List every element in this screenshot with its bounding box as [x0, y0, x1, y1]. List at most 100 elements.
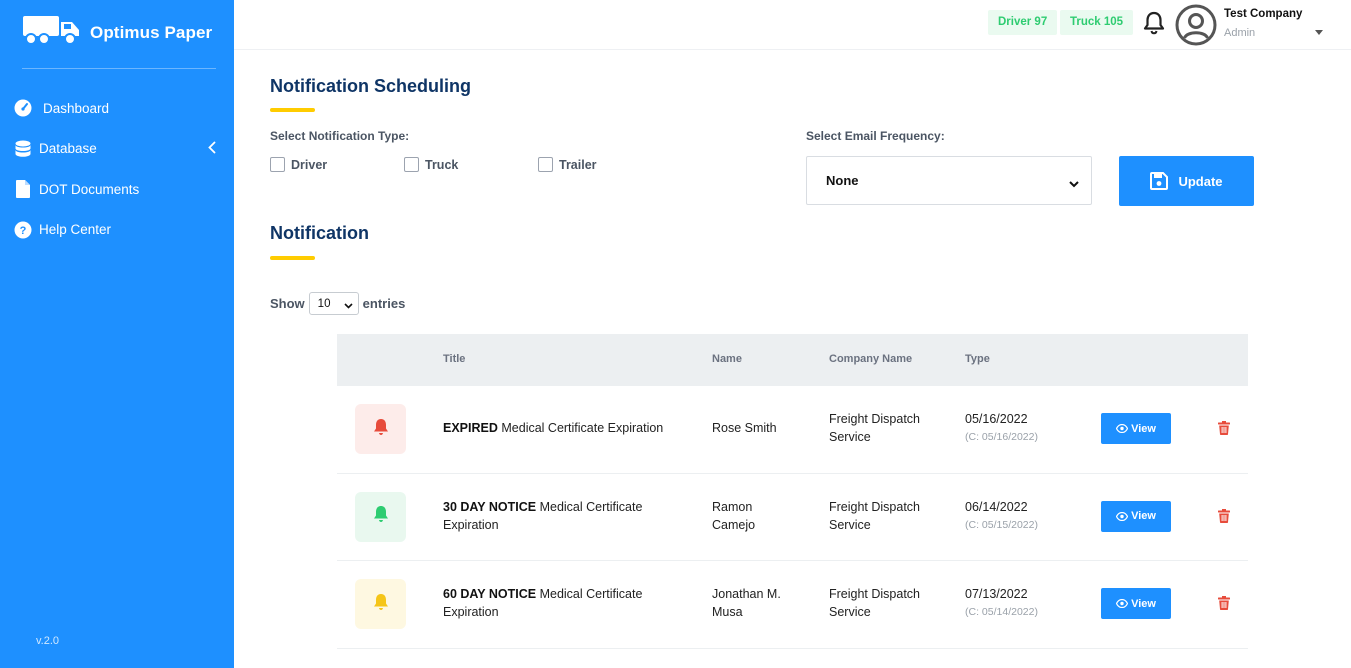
bell-icon [372, 593, 390, 616]
view-button[interactable]: View [1101, 588, 1171, 619]
caret-down-icon[interactable] [1315, 30, 1323, 35]
notification-type-cell: 06/14/2022 (C: 05/15/2022) [965, 498, 1075, 534]
sidebar-divider [22, 68, 216, 69]
checkbox-box[interactable] [538, 157, 553, 172]
brand-logo[interactable]: Optimus Paper [22, 14, 212, 51]
sidebar-item-help-center[interactable]: ? Help Center [0, 210, 234, 251]
help-circle-icon: ? [13, 220, 33, 240]
column-header-type[interactable]: Type [965, 353, 990, 365]
update-button[interactable]: Update [1119, 156, 1254, 206]
checkbox-box[interactable] [404, 157, 419, 172]
update-button-label: Update [1178, 173, 1223, 189]
table-row: 30 DAY NOTICE Medical Certificate Expira… [337, 474, 1248, 561]
sidebar-item-database[interactable]: Database [0, 129, 234, 170]
checkbox-label: Truck [425, 157, 459, 172]
eye-icon [1116, 511, 1129, 521]
notification-title-cell: 30 DAY NOTICE Medical Certificate Expira… [443, 498, 688, 534]
topbar: Driver 97 Truck 105 Test Company Admin [234, 0, 1351, 50]
notification-subject: Medical Certificate Expiration [501, 421, 664, 435]
chevron-left-icon [208, 141, 216, 156]
notification-name: Ramon Camejo [712, 499, 756, 532]
checkbox-box[interactable] [270, 157, 285, 172]
database-icon [13, 139, 33, 159]
checkbox-driver[interactable]: Driver [270, 157, 327, 172]
brand-name: Optimus Paper [90, 22, 213, 42]
eye-icon [1116, 424, 1129, 433]
view-button-label: View [1131, 597, 1156, 610]
notification-title-cell: 60 DAY NOTICE Medical Certificate Expira… [443, 585, 688, 621]
driver-count-badge[interactable]: Driver 97 [988, 10, 1058, 35]
notification-status: 60 DAY NOTICE [443, 587, 537, 601]
notification-name: Jonathan M. Musa [712, 587, 781, 619]
trash-icon[interactable] [1218, 596, 1230, 615]
bell-icon[interactable] [1143, 11, 1165, 40]
email-frequency-select[interactable]: None [806, 156, 1092, 205]
bell-icon [372, 418, 390, 441]
created-date: (C: 05/14/2022) [965, 606, 1038, 618]
notification-status: EXPIRED [443, 421, 498, 435]
sidebar-item-label: Database [39, 141, 97, 157]
created-date: (C: 05/16/2022) [965, 431, 1038, 443]
chevron-down-icon [344, 300, 353, 312]
table-row: 60 DAY NOTICE Medical Certificate Expira… [337, 561, 1248, 649]
column-header-title[interactable]: Title [443, 353, 465, 365]
entries-value: 10 [317, 297, 331, 310]
notification-status-badge [355, 404, 406, 454]
trash-icon[interactable] [1218, 508, 1230, 528]
show-label: Show [270, 296, 305, 311]
notifications-table: Title Name Company Name Type EXPIRED Med… [337, 334, 1248, 649]
entries-length-control: Show 10 entries [270, 292, 405, 315]
notification-name: Rose Smith [712, 421, 777, 435]
checkbox-label: Trailer [559, 157, 597, 172]
title-underline [270, 108, 315, 112]
sidebar-item-label: Dashboard [43, 100, 110, 116]
sidebar-item-label: DOT Documents [39, 181, 140, 197]
company-name: Freight Dispatch Service [829, 499, 921, 532]
trash-icon[interactable] [1218, 421, 1230, 440]
view-button-label: View [1131, 510, 1156, 522]
notification-type-label: Select Notification Type: [270, 129, 410, 143]
company-name: Freight Dispatch Service [829, 412, 921, 444]
view-button-label: View [1131, 422, 1156, 435]
column-header-name[interactable]: Name [712, 353, 742, 365]
email-frequency-value: None [826, 173, 859, 188]
sidebar: Optimus Paper Dashboard Database DOT Doc… [0, 0, 234, 668]
entries-label: entries [362, 296, 406, 311]
notification-status: 30 DAY NOTICE [443, 499, 537, 514]
checkbox-trailer[interactable]: Trailer [538, 157, 597, 172]
notification-title-cell: EXPIRED Medical Certificate Expiration [443, 419, 693, 437]
sidebar-item-label: Help Center [39, 222, 112, 238]
user-name[interactable]: Test Company [1224, 8, 1302, 20]
notification-title: Notification [270, 223, 369, 243]
save-icon [1150, 172, 1169, 190]
notification-status-badge [355, 491, 406, 542]
sidebar-item-dashboard[interactable]: Dashboard [0, 88, 234, 129]
checkbox-label: Driver [291, 157, 328, 172]
truck-count-badge[interactable]: Truck 105 [1060, 10, 1134, 35]
email-frequency-label: Select Email Frequency: [806, 129, 945, 143]
notification-type-cell: 07/13/2022 (C: 05/14/2022) [965, 585, 1075, 621]
notification-status-badge [355, 579, 406, 629]
view-button[interactable]: View [1101, 500, 1171, 532]
title-underline [270, 256, 315, 260]
checkbox-truck[interactable]: Truck [404, 157, 458, 172]
table-row: EXPIRED Medical Certificate Expiration R… [337, 386, 1248, 474]
table-header: Title Name Company Name Type [337, 334, 1248, 386]
column-header-company[interactable]: Company Name [829, 353, 912, 365]
view-button[interactable]: View [1101, 413, 1171, 444]
notification-date: 06/14/2022 [965, 499, 1028, 514]
app-version: v.2.0 [36, 635, 60, 647]
truck-logo-icon [22, 14, 82, 51]
entries-select[interactable]: 10 [308, 292, 359, 315]
company-name: Freight Dispatch Service [829, 587, 921, 619]
eye-icon [1116, 599, 1129, 608]
notification-date: 05/16/2022 [965, 412, 1028, 426]
notification-date: 07/13/2022 [965, 587, 1028, 601]
notification-type-cell: 05/16/2022 (C: 05/16/2022) [965, 410, 1075, 446]
created-date: (C: 05/15/2022) [965, 518, 1038, 531]
document-icon [13, 179, 33, 199]
avatar[interactable] [1175, 4, 1217, 46]
sidebar-nav: Dashboard Database DOT Documents ? Help … [0, 88, 234, 250]
svg-text:?: ? [20, 225, 27, 237]
sidebar-item-dot-documents[interactable]: DOT Documents [0, 169, 234, 210]
